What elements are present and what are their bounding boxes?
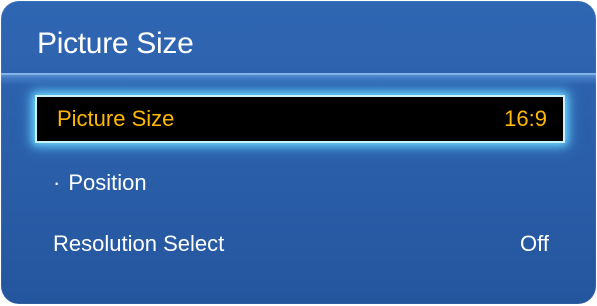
- menu-item-position[interactable]: · Position: [35, 159, 565, 207]
- menu-item-label-wrap: · Position: [53, 170, 147, 196]
- menu-item-label: Position: [68, 170, 147, 195]
- bullet-icon: ·: [53, 170, 61, 195]
- title-divider-line: [1, 73, 596, 75]
- picture-size-menu-panel: Picture Size Picture Size 16:9 · Position…: [1, 1, 596, 304]
- menu-title: Picture Size: [37, 27, 194, 60]
- menu-item-label: Resolution Select: [53, 231, 225, 256]
- menu-item-label: Picture Size: [57, 106, 175, 131]
- menu-item-picture-size[interactable]: Picture Size 16:9: [35, 95, 565, 143]
- menu-item-value: 16:9: [504, 106, 547, 131]
- menu-item-value: Off: [520, 231, 549, 256]
- menu-item-resolution-select[interactable]: Resolution Select Off: [35, 220, 565, 268]
